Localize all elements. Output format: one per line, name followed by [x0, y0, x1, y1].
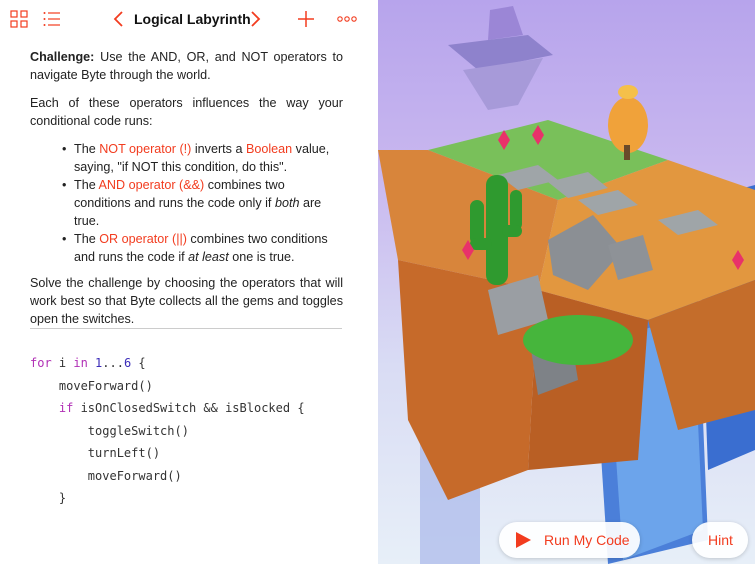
code-line[interactable]: toggleSwitch(): [30, 420, 305, 443]
challenge-intro: Challenge: Use the AND, OR, and NOT oper…: [30, 48, 343, 84]
toolbar: Logical Labyrinth: [0, 0, 378, 38]
hint-button[interactable]: Hint: [692, 522, 748, 558]
chevron-right-icon[interactable]: [245, 9, 265, 29]
floating-island: [448, 6, 553, 110]
list-item-or: The OR operator (||) combines two condit…: [62, 230, 343, 266]
operators-list: The NOT operator (!) inverts a Boolean v…: [62, 140, 343, 266]
live-view: Run My Code Hint: [378, 0, 755, 564]
plus-icon[interactable]: [296, 9, 316, 29]
challenge-goal: Solve the challenge by choosing the oper…: [30, 276, 343, 326]
hint-label: Hint: [708, 532, 733, 548]
list-icon[interactable]: [42, 9, 62, 29]
run-my-code-label: Run My Code: [544, 532, 630, 548]
list-item-and: The AND operator (&&) combines two condi…: [62, 176, 343, 230]
operators-intro: Each of these operators influences the w…: [30, 96, 343, 128]
chevron-left-icon[interactable]: [109, 9, 129, 29]
boolean-link[interactable]: Boolean: [246, 142, 292, 156]
play-icon: [516, 532, 531, 548]
code-line[interactable]: moveForward(): [30, 375, 305, 398]
more-icon[interactable]: [336, 9, 358, 29]
run-my-code-button[interactable]: Run My Code: [499, 522, 640, 558]
code-line[interactable]: }: [30, 487, 305, 510]
code-line[interactable]: moveForward(): [30, 465, 305, 488]
divider: [30, 328, 342, 329]
instructions-pane: Logical Labyrinth Challenge: Use the AND…: [0, 0, 378, 564]
grid-icon[interactable]: [9, 9, 29, 29]
code-line[interactable]: if isOnClosedSwitch && isBlocked {: [30, 397, 305, 420]
or-operator-link[interactable]: OR operator (||): [99, 232, 187, 246]
and-operator-link[interactable]: AND operator (&&): [99, 178, 205, 192]
puzzle-world-scene: [378, 6, 755, 564]
list-item-not: The NOT operator (!) inverts a Boolean v…: [62, 140, 343, 176]
challenge-text: Challenge: Use the AND, OR, and NOT oper…: [30, 48, 343, 338]
page-title: Logical Labyrinth: [134, 11, 251, 27]
not-operator-link[interactable]: NOT operator (!): [99, 142, 191, 156]
code-line[interactable]: for i in 1...6 {: [30, 352, 305, 375]
challenge-label: Challenge:: [30, 50, 95, 64]
code-editor[interactable]: for i in 1...6 { moveForward() if isOnCl…: [30, 352, 305, 510]
code-line[interactable]: turnLeft(): [30, 442, 305, 465]
